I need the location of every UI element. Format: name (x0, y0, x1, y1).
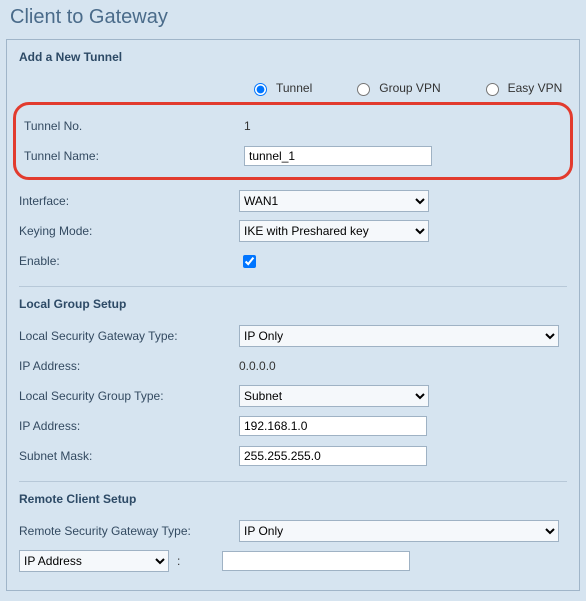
tunnel-name-input[interactable] (244, 146, 432, 166)
section-remote-client-heading: Remote Client Setup (19, 492, 567, 506)
radio-easy-vpn-label: Easy VPN (508, 81, 563, 95)
radio-tunnel-label: Tunnel (276, 81, 312, 95)
tunnel-no-value: 1 (244, 119, 251, 133)
keying-mode-label: Keying Mode: (19, 224, 239, 238)
local-ip1-label: IP Address: (19, 359, 239, 373)
radio-tunnel[interactable]: Tunnel (249, 80, 312, 96)
colon-label: : (177, 554, 180, 568)
radio-tunnel-input[interactable] (254, 83, 267, 96)
remote-gw-type-label: Remote Security Gateway Type: (19, 524, 239, 538)
config-panel: Add a New Tunnel Tunnel Group VPN Easy V… (6, 39, 580, 591)
subnet-mask-input[interactable] (239, 446, 427, 466)
local-ip1-value: 0.0.0.0 (239, 359, 276, 373)
divider (19, 286, 567, 287)
local-gw-type-label: Local Security Gateway Type: (19, 329, 239, 343)
highlight-box: Tunnel No. 1 Tunnel Name: (13, 102, 573, 180)
local-group-type-select[interactable]: Subnet (239, 385, 429, 407)
section-add-tunnel-heading: Add a New Tunnel (19, 50, 567, 64)
radio-group-vpn-input[interactable] (357, 83, 370, 96)
local-gw-type-select[interactable]: IP Only (239, 325, 559, 347)
local-ip2-input[interactable] (239, 416, 427, 436)
enable-checkbox[interactable] (243, 255, 256, 268)
radio-easy-vpn-input[interactable] (486, 83, 499, 96)
subnet-mask-label: Subnet Mask: (19, 449, 239, 463)
radio-group-vpn[interactable]: Group VPN (352, 80, 440, 96)
local-group-type-label: Local Security Group Type: (19, 389, 239, 403)
tunnel-name-label: Tunnel Name: (24, 149, 244, 163)
divider (19, 481, 567, 482)
local-ip2-label: IP Address: (19, 419, 239, 433)
radio-group-vpn-label: Group VPN (379, 81, 440, 95)
remote-mode-select[interactable]: IP Address (19, 550, 169, 572)
interface-label: Interface: (19, 194, 239, 208)
tunnel-no-label: Tunnel No. (24, 119, 244, 133)
page-title: Client to Gateway (0, 0, 586, 39)
interface-select[interactable]: WAN1 (239, 190, 429, 212)
enable-label: Enable: (19, 254, 239, 268)
section-local-group-heading: Local Group Setup (19, 297, 567, 311)
remote-ip-input[interactable] (222, 551, 410, 571)
remote-gw-type-select[interactable]: IP Only (239, 520, 559, 542)
keying-mode-select[interactable]: IKE with Preshared key (239, 220, 429, 242)
radio-easy-vpn[interactable]: Easy VPN (481, 80, 563, 96)
